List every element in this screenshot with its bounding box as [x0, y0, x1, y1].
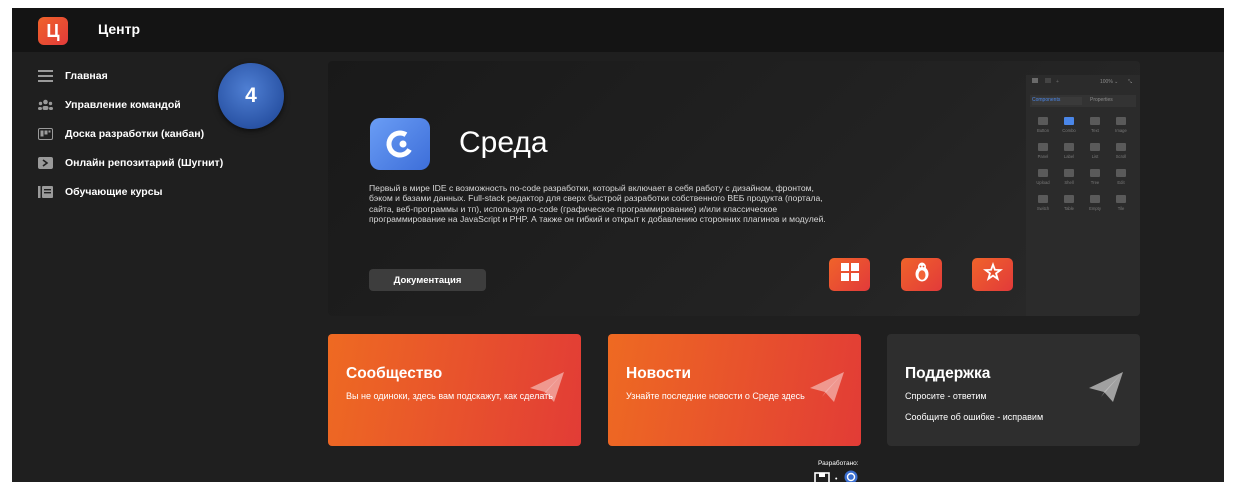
courses-icon: [38, 186, 53, 199]
developer-logos: •: [814, 470, 860, 482]
download-star-os-button[interactable]: [972, 258, 1013, 291]
menu-icon: [38, 70, 53, 83]
card-title: Поддержка: [905, 365, 991, 382]
partner-logo-icon: [842, 470, 860, 482]
hero-description: Первый в мире IDE с возможность no-code …: [369, 183, 826, 224]
ide-component[interactable]: Image: [1110, 115, 1132, 139]
sidebar-item-repository[interactable]: Онлайн репозитарий (Шугнит): [38, 153, 223, 173]
download-linux-button[interactable]: [901, 258, 942, 291]
sidebar-item-courses[interactable]: Обучающие курсы: [38, 182, 163, 202]
sreda-logo-icon: [370, 118, 430, 170]
sidebar-item-label: Управление командой: [65, 99, 181, 111]
sidebar-item-label: Онлайн репозитарий (Шугнит): [65, 157, 224, 169]
card-title: Новости: [626, 365, 691, 382]
ide-window-controls: +100% ⌄ ⤡: [1026, 75, 1140, 87]
paper-plane-icon: [530, 372, 564, 402]
support-card[interactable]: Поддержка Спросите - ответим Сообщите об…: [887, 334, 1140, 446]
ide-component[interactable]: Upload: [1032, 167, 1054, 191]
kanban-board-icon: [38, 128, 53, 141]
app-logo[interactable]: Ц: [38, 17, 68, 45]
ide-component[interactable]: Combo: [1058, 115, 1080, 139]
sidebar-item-home[interactable]: Главная: [38, 66, 108, 86]
paper-plane-icon: [1089, 372, 1123, 402]
ide-component[interactable]: Empty: [1084, 193, 1106, 217]
ide-component[interactable]: Edit: [1110, 167, 1132, 191]
ide-preview-panel: +100% ⌄ ⤡ Components Properties Button Co…: [1026, 75, 1140, 316]
ide-component[interactable]: Shell: [1058, 167, 1080, 191]
linux-icon: [913, 262, 931, 287]
ide-component[interactable]: Text: [1084, 115, 1106, 139]
svg-text:+: +: [1056, 79, 1059, 85]
svg-text:⤡: ⤡: [1128, 79, 1132, 85]
ide-component[interactable]: Switch: [1032, 193, 1054, 217]
ide-tabs: Components Properties: [1030, 95, 1136, 107]
ide-component[interactable]: Tile: [1110, 193, 1132, 217]
repository-icon: [38, 157, 53, 170]
community-card[interactable]: Сообщество Вы не одиноки, здесь вам подс…: [328, 334, 581, 446]
ide-tab-components[interactable]: Components: [1032, 97, 1082, 105]
ide-tab-properties[interactable]: Properties: [1090, 97, 1134, 105]
hero-banner: Среда Первый в мире IDE с возможность no…: [328, 61, 1140, 316]
app-window: Ц Центр Главная Управление командой Доск…: [12, 8, 1224, 482]
team-icon: [38, 99, 53, 112]
ide-component[interactable]: List: [1084, 141, 1106, 165]
ide-component[interactable]: Button: [1032, 115, 1054, 139]
top-bar: Ц Центр: [12, 8, 1224, 52]
sidebar-item-label: Доска разработки (канбан): [65, 128, 205, 140]
star-os-icon: [982, 261, 1004, 288]
ide-component[interactable]: Label: [1058, 141, 1080, 165]
ide-component[interactable]: Tree: [1084, 167, 1106, 191]
paper-plane-icon: [810, 372, 844, 402]
sidebar-item-label: Обучающие курсы: [65, 186, 163, 198]
download-windows-button[interactable]: [829, 258, 870, 291]
developed-by-label: Разработано:: [818, 460, 859, 467]
card-title: Сообщество: [346, 365, 443, 382]
ide-component[interactable]: Panel: [1032, 141, 1054, 165]
news-card[interactable]: Новости Узнайте последние новости о Сред…: [608, 334, 861, 446]
app-title: Центр: [98, 21, 141, 37]
card-text: Сообщите об ошибке - исправим: [905, 412, 1044, 422]
sidebar-item-team[interactable]: Управление командой: [38, 95, 181, 115]
developer-logo-icon: [814, 471, 830, 482]
ide-component[interactable]: Scroll: [1110, 141, 1132, 165]
ide-component[interactable]: Table: [1058, 193, 1080, 217]
windows-icon: [840, 263, 859, 286]
sidebar-item-kanban[interactable]: Доска разработки (канбан): [38, 124, 204, 144]
documentation-button[interactable]: Документация: [369, 269, 486, 291]
logo-separator: •: [835, 476, 838, 482]
step-number-badge: 4: [218, 63, 284, 129]
ide-zoom-level: 100% ⌄: [1100, 79, 1118, 85]
hero-title: Среда: [459, 126, 548, 159]
sidebar-item-label: Главная: [65, 70, 108, 82]
